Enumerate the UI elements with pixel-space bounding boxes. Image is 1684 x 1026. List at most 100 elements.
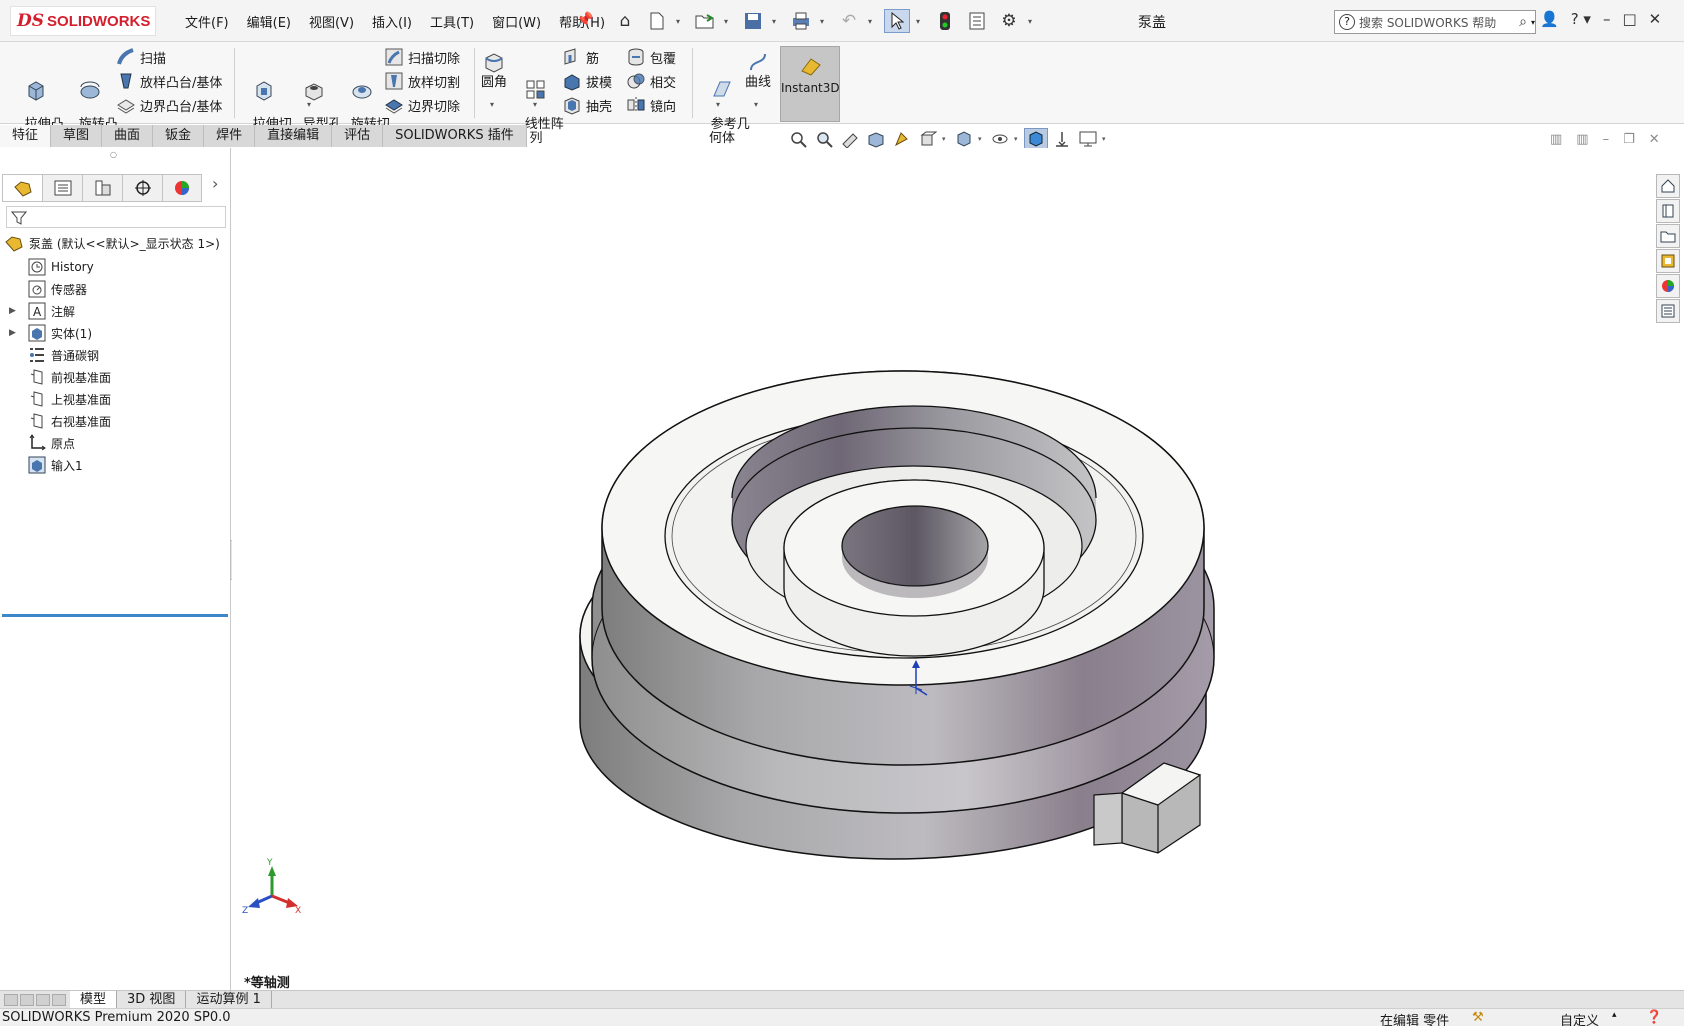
home-icon[interactable]: ⌂ [612,9,638,33]
configurationmanager-tab-icon[interactable] [82,174,122,202]
expand-arrow-icon[interactable]: ▶ [9,328,16,338]
help-icon[interactable]: ? ▾ [1571,10,1591,28]
undo-dropdown-icon[interactable]: ▾ [868,17,878,26]
more-tabs-chevron-icon[interactable]: › [212,174,218,193]
pin-menu-icon[interactable]: 📌 [576,12,593,28]
tree-node-solid-bodies[interactable]: ▶ 实体(1) [0,322,228,344]
view-orientation-icon[interactable] [916,128,940,150]
panel-grip-icon[interactable]: ○ [110,150,117,159]
save-icon[interactable] [740,9,766,33]
search-icon[interactable]: ⌕ [1519,14,1527,30]
custom-properties-icon[interactable] [1656,299,1680,323]
dimxpertmanager-tab-icon[interactable] [122,174,162,202]
options-gear-icon[interactable]: ⚙ [996,9,1022,33]
rebuild-status-icon[interactable]: ⚒ [1472,1010,1484,1025]
quick-tips-icon[interactable]: ❓ [1646,1010,1662,1025]
menu-tools[interactable]: 工具(T) [421,12,483,31]
file-explorer-icon[interactable] [1656,224,1680,248]
menu-edit[interactable]: 编辑(E) [238,12,300,31]
solidworks-logo[interactable]: DS SOLIDWORKS [10,6,156,36]
section-view-icon[interactable] [864,128,888,150]
loft-boss-button[interactable]: 放样凸台/基体 [116,70,222,92]
select-dropdown-icon[interactable]: ▾ [916,17,926,26]
view-palette-icon[interactable] [1656,249,1680,273]
hide-show-items-icon[interactable] [988,128,1012,150]
viewport-restore-left-icon[interactable]: ▥ [1550,132,1562,147]
displaymanager-tab-icon[interactable] [162,174,202,202]
viewport-minimize-icon[interactable]: – [1603,132,1610,147]
tree-node-sensors[interactable]: 传感器 [0,278,228,300]
wrap-button[interactable]: 包覆 [626,46,676,68]
lofted-cut-button[interactable]: 放样切割 [384,70,460,92]
minimize-icon[interactable]: – [1603,10,1611,28]
user-account-icon[interactable]: 👤 [1540,10,1559,28]
graphics-area[interactable]: Y X Z [232,148,1652,990]
display-style-icon[interactable] [952,128,976,150]
tab-3d-views[interactable]: 3D 视图 [117,991,187,1008]
tab-features[interactable]: 特征 [0,125,52,147]
hide-show-dropdown-icon[interactable]: ▾ [1014,135,1022,143]
tab-sketch[interactable]: 草图 [51,125,103,147]
solidworks-resources-icon[interactable] [1656,174,1680,198]
print-dropdown-icon[interactable]: ▾ [820,17,830,26]
tree-node-annotations[interactable]: ▶ A 注解 [0,300,228,322]
edit-appearance-icon[interactable] [1024,128,1048,150]
curves-button[interactable]: 曲线 [736,50,780,90]
view-settings-dropdown-icon[interactable]: ▾ [1102,135,1110,143]
options-dropdown-icon[interactable]: ▾ [1028,17,1038,26]
new-document-icon[interactable] [644,9,670,33]
tab-sheet-metal[interactable]: 钣金 [153,125,205,147]
open-icon[interactable] [692,9,718,33]
design-library-icon[interactable] [1656,199,1680,223]
close-icon[interactable]: ✕ [1649,10,1662,28]
file-properties-icon[interactable] [964,9,990,33]
instant3d-button[interactable]: Instant3D [780,46,840,122]
undo-icon[interactable]: ↶ [836,9,862,33]
curves-dropdown-icon[interactable]: ▾ [754,100,758,109]
zoom-to-area-icon[interactable] [812,128,836,150]
open-dropdown-icon[interactable]: ▾ [724,17,734,26]
viewport-close-icon[interactable]: ✕ [1649,132,1660,147]
apply-scene-icon[interactable] [1050,128,1074,150]
tab-surfaces[interactable]: 曲面 [102,125,154,147]
menu-window[interactable]: 窗口(W) [483,12,550,31]
viewport-restore-right-icon[interactable]: ▥ [1576,132,1588,147]
view-orientation-dropdown-icon[interactable]: ▾ [942,135,950,143]
hole-wizard-dropdown-icon[interactable]: ▾ [307,100,311,109]
linear-pattern-dropdown-icon[interactable]: ▾ [533,100,537,109]
tree-node-right-plane[interactable]: 右视基准面 [0,410,228,432]
unit-system-selector[interactable]: 自定义 [1560,1010,1599,1026]
zoom-to-fit-icon[interactable] [786,128,810,150]
tree-node-history[interactable]: History [0,256,228,278]
appearances-icon[interactable] [1656,274,1680,298]
intersect-button[interactable]: 相交 [626,70,676,92]
unit-dropdown-icon[interactable]: ▴ [1612,1010,1617,1020]
tree-node-front-plane[interactable]: 前视基准面 [0,366,228,388]
boundary-boss-button[interactable]: 边界凸台/基体 [116,94,222,116]
draft-button[interactable]: 拔模 [562,70,612,92]
previous-view-icon[interactable] [838,128,862,150]
sweep-button[interactable]: 扫描 [116,46,166,68]
tree-node-top-plane[interactable]: 上视基准面 [0,388,228,410]
tab-solidworks-addins[interactable]: SOLIDWORKS 插件 [383,125,527,147]
viewport-tile-icon[interactable]: ❐ [1623,132,1635,147]
save-dropdown-icon[interactable]: ▾ [772,17,782,26]
display-style-dropdown-icon[interactable]: ▾ [978,135,986,143]
tree-root-part[interactable]: 泵盖 (默认<<默认>_显示状态 1>) [4,234,220,252]
first-tab-icon[interactable] [4,993,18,1006]
reference-geometry-dropdown-icon[interactable]: ▾ [716,100,720,109]
menu-file[interactable]: 文件(F) [176,12,238,31]
maximize-icon[interactable]: □ [1622,10,1636,28]
boundary-cut-button[interactable]: 边界切除 [384,94,460,116]
next-tab-icon[interactable] [36,993,50,1006]
tab-motion-study[interactable]: 运动算例 1 [186,991,272,1008]
shell-button[interactable]: 抽壳 [562,94,612,116]
rollback-bar[interactable] [2,614,228,617]
rebuild-icon[interactable] [932,9,958,33]
help-search-box[interactable]: ? 搜索 SOLIDWORKS 帮助 ⌕ ▾ [1334,10,1536,34]
tab-model[interactable]: 模型 [70,991,118,1008]
rib-button[interactable]: 筋 [562,46,599,68]
menu-view[interactable]: 视图(V) [300,12,363,31]
tree-node-imported[interactable]: 输入1 [0,454,228,476]
expand-arrow-icon[interactable]: ▶ [9,306,16,316]
